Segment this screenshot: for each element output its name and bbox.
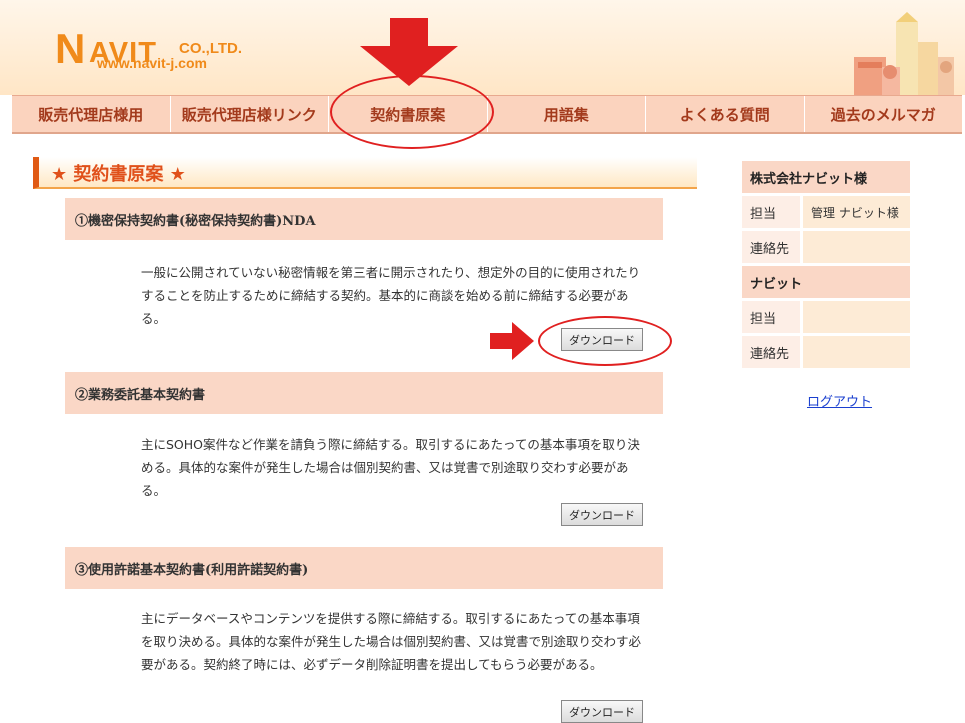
nav-dealer-links[interactable]: 販売代理店様リンク [171,96,329,132]
highlight-ellipse-download [538,316,672,366]
contract-title-nda: ①機密保持契約書(秘密保持契約書)NDA [65,198,663,240]
section-title-text: ★ 契約書原案 ★ [51,164,186,185]
site-header: N AVIT CO.,LTD. www.navit-j.com [0,0,965,95]
sidebar-row: 連絡先 [742,336,910,368]
sidebar-company-name: 株式会社ナビット様 [742,161,910,193]
logout-link[interactable]: ログアウト [807,391,872,410]
sidebar-row: 連絡先 [742,231,910,263]
sidebar-row: 担当 [742,301,910,333]
sidebar-label-contact: 連絡先 [742,336,800,368]
sidebar-value-contact [803,231,910,263]
contract-desc-license: 主にデータベースやコンテンツを提供する際に締結する。取引するにあたっての基本事項… [141,611,642,672]
download-button-license[interactable]: ダウンロード [561,700,643,723]
sidebar-label-contact: 連絡先 [742,231,800,263]
section-title: ★ 契約書原案 ★ [33,157,697,189]
contract-title-outsourcing: ②業務委託基本契約書 [65,372,663,414]
nav-past-newsletters[interactable]: 過去のメルマガ [805,96,963,132]
logo-url: www.navit-j.com [97,55,207,71]
nav-glossary[interactable]: 用語集 [488,96,646,132]
sidebar-value-contact [803,336,910,368]
download-button-outsourcing[interactable]: ダウンロード [561,503,643,526]
red-arrow-right-icon [490,322,534,360]
logo-letter-n: N [55,25,86,72]
sidebar-label-staff: 担当 [742,301,800,333]
sidebar-label-staff: 担当 [742,196,800,228]
sidebar-row: 担当 管理 ナビット様 [742,196,910,228]
nav-dealer[interactable]: 販売代理店様用 [12,96,171,132]
contract-title-license: ③使用許諾基本契約書(利用許諾契約書) [65,547,663,589]
navit-logo[interactable]: N AVIT CO.,LTD. www.navit-j.com [55,25,265,80]
sidebar-value-staff [803,301,910,333]
contract-desc-outsourcing: 主にSOHO案件など作業を請負う際に締結する。取引するにあたっての基本事項を取り… [141,437,640,498]
nav-faq[interactable]: よくある質問 [646,96,805,132]
account-sidebar: 株式会社ナビット様 担当 管理 ナビット様 連絡先 ナビット 担当 連絡先 [742,161,910,371]
sidebar-value-staff: 管理 ナビット様 [803,196,910,228]
city-buildings-illustration [854,12,954,95]
highlight-ellipse-nav [330,75,494,149]
sidebar-navit-name: ナビット [742,266,910,298]
